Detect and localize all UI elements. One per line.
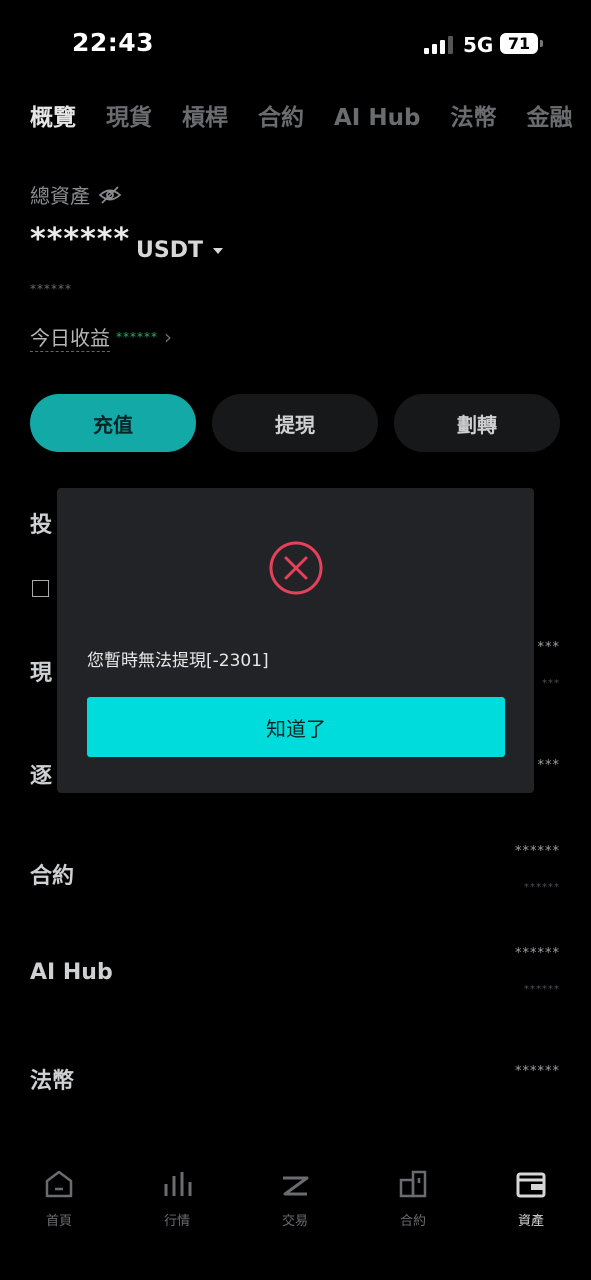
aihub-row-label[interactable]: AI Hub xyxy=(30,960,113,985)
tab-fiat[interactable]: 法幣 xyxy=(450,98,496,132)
nav-markets-label: 行情 xyxy=(163,1214,190,1229)
network-type: 5G xyxy=(463,33,494,57)
bottom-nav: 首頁 行情 交易 合約 資產 xyxy=(0,1160,591,1230)
nav-home-label: 首頁 xyxy=(45,1214,72,1229)
fiat-amount: ****** xyxy=(515,1064,560,1079)
wallet-icon xyxy=(516,1172,546,1198)
nav-trade-label: 交易 xyxy=(281,1214,308,1229)
sub-balance: ****** xyxy=(30,282,72,296)
error-x-icon xyxy=(269,541,323,595)
withdraw-button[interactable]: 提現 xyxy=(212,394,378,452)
tab-margin[interactable]: 槓桿 xyxy=(182,98,228,132)
tab-aihub[interactable]: AI Hub xyxy=(334,105,420,131)
futures-row-label[interactable]: 合約 xyxy=(30,858,74,890)
battery-tip xyxy=(540,40,543,47)
battery-icon: 71 xyxy=(500,33,538,54)
signal-icon xyxy=(424,34,454,54)
spot-row-label[interactable]: 現 xyxy=(30,655,52,687)
tab-spot[interactable]: 現貨 xyxy=(106,98,152,132)
total-assets-label: 總資產 xyxy=(30,184,90,208)
spot-amount: *** xyxy=(537,640,560,655)
margin-row-label[interactable]: 逐 xyxy=(30,758,52,790)
tab-overview[interactable]: 概覽 xyxy=(30,98,76,132)
deposit-button[interactable]: 充值 xyxy=(30,394,196,452)
fiat-row-label[interactable]: 法幣 xyxy=(30,1063,74,1095)
status-time: 22:43 xyxy=(72,28,155,57)
nav-assets-label: 資產 xyxy=(517,1214,544,1229)
aihub-amount: ****** xyxy=(515,946,560,961)
asset-tabs: 概覽 現貨 槓桿 合約 AI Hub 法幣 金融 xyxy=(30,98,591,138)
today-pnl[interactable]: 今日收益 ****** › xyxy=(30,322,172,352)
trade-icon xyxy=(283,1176,309,1196)
chevron-right-icon: › xyxy=(164,325,172,349)
caret-down-icon xyxy=(212,247,223,254)
futures-amount-sub: ****** xyxy=(524,882,560,893)
futures-amount: ****** xyxy=(515,844,560,859)
home-icon xyxy=(45,1170,73,1198)
currency-label: USDT xyxy=(136,238,203,263)
tab-finance[interactable]: 金融 xyxy=(526,98,572,132)
today-pnl-label: 今日收益 xyxy=(30,322,110,352)
invest-section-label: 投 xyxy=(30,513,53,538)
aihub-amount-sub: ****** xyxy=(524,984,560,995)
eye-off-icon[interactable] xyxy=(98,185,122,205)
spot-amount-sub: *** xyxy=(542,678,560,689)
transfer-button[interactable]: 劃轉 xyxy=(394,394,560,452)
currency-selector[interactable]: USDT xyxy=(136,238,223,263)
today-pnl-value: ****** xyxy=(116,330,158,344)
total-assets: 總資產 xyxy=(30,180,122,209)
chart-bars-icon xyxy=(164,1172,192,1196)
error-message: 您暫時無法提現[-2301] xyxy=(87,651,269,671)
margin-amount: *** xyxy=(537,758,560,773)
hide-small-checkbox[interactable] xyxy=(32,580,49,597)
futures-icon xyxy=(399,1170,427,1198)
nav-futures-label: 合約 xyxy=(399,1214,426,1229)
total-balance: ****** xyxy=(30,222,131,257)
acknowledge-button[interactable]: 知道了 xyxy=(87,697,505,757)
error-dialog: 您暫時無法提現[-2301] 知道了 xyxy=(57,488,534,793)
tab-futures[interactable]: 合約 xyxy=(258,98,304,132)
